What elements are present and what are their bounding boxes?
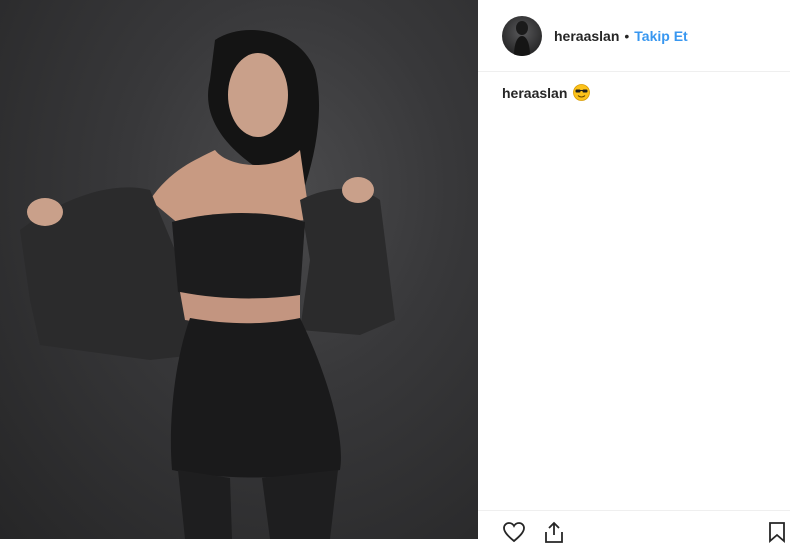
sunglasses-emoji-icon xyxy=(573,84,591,101)
post-header: heraaslan • Takip Et xyxy=(478,0,790,72)
post-caption: heraaslan xyxy=(502,84,591,101)
header-separator: • xyxy=(624,27,630,44)
caption-username[interactable]: heraaslan xyxy=(502,85,567,101)
avatar[interactable] xyxy=(502,15,542,56)
post-container: heraaslan • Takip Et heraaslan xyxy=(0,0,806,543)
bookmark-icon[interactable] xyxy=(768,521,786,548)
post-sidebar: heraaslan • Takip Et heraaslan xyxy=(478,0,806,543)
photo-illustration xyxy=(20,30,395,539)
header-username[interactable]: heraaslan xyxy=(554,28,619,44)
heart-icon[interactable] xyxy=(502,521,526,548)
avatar-image xyxy=(514,20,530,56)
post-photo[interactable] xyxy=(0,0,478,539)
share-icon[interactable] xyxy=(542,521,566,548)
follow-button[interactable]: Takip Et xyxy=(634,28,687,44)
action-bar xyxy=(478,510,790,543)
